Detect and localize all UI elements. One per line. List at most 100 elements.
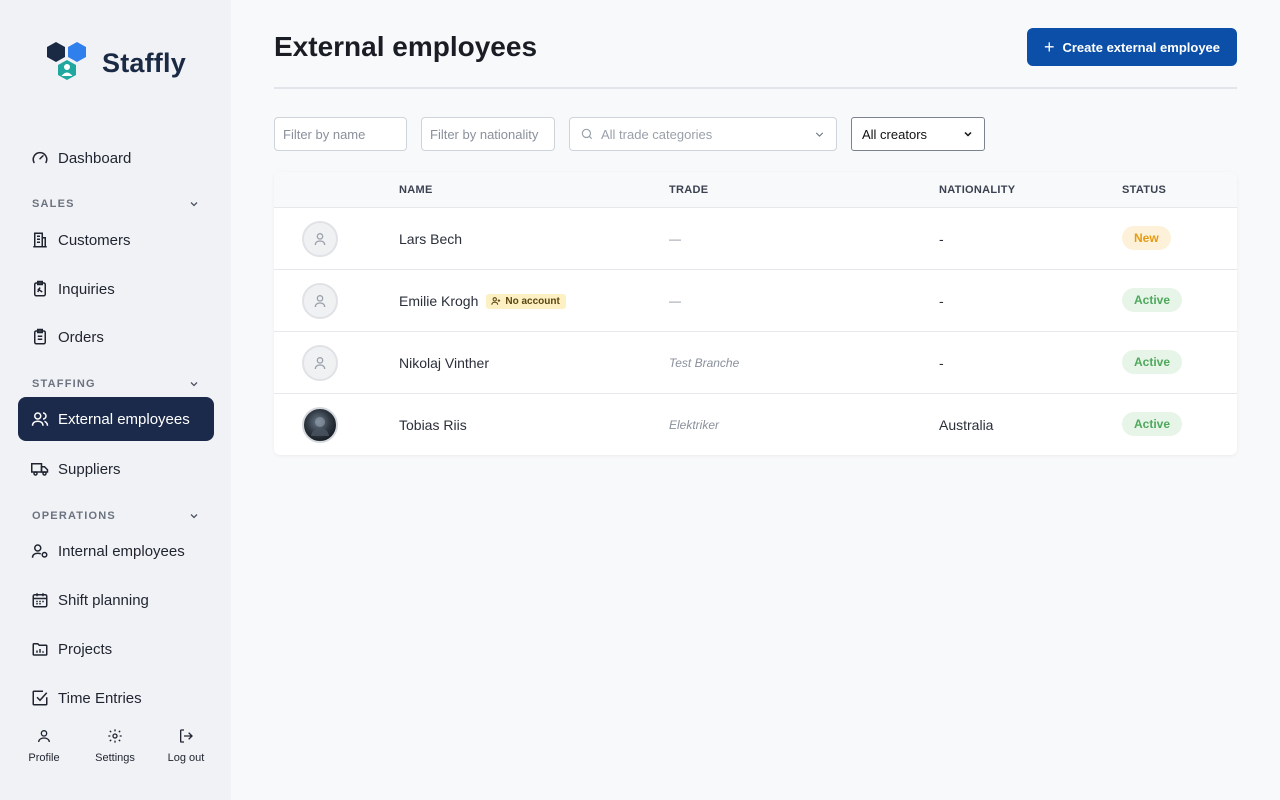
sidebar: Staffly Dashboard SALES Customers Inquir… xyxy=(0,0,231,800)
chevron-down-icon xyxy=(190,202,198,207)
table-row[interactable]: Emilie Krogh No account — - Active xyxy=(274,270,1237,332)
table-row[interactable]: Tobias Riis Elektriker Australia Active xyxy=(274,394,1237,455)
truck-icon xyxy=(31,460,49,478)
no-account-badge: No account xyxy=(486,293,566,309)
sidebar-item-external-employees[interactable]: External employees xyxy=(18,397,214,441)
checkbox-icon xyxy=(31,689,49,707)
filter-name-input[interactable] xyxy=(274,117,407,151)
column-header-name[interactable]: NAME xyxy=(399,184,433,196)
table-header: NAME TRADE NATIONALITY STATUS xyxy=(274,172,1237,208)
employee-name-text: Lars Bech xyxy=(399,231,463,247)
clipboard-tag-icon xyxy=(31,280,49,298)
no-account-label: No account xyxy=(505,295,560,307)
employee-name: Tobias Riis xyxy=(399,417,467,433)
section-label-staffing: STAFFING xyxy=(32,378,96,390)
table-row[interactable]: Lars Bech — - New xyxy=(274,208,1237,270)
employee-nationality: - xyxy=(939,355,944,371)
logout-label: Log out xyxy=(167,752,205,764)
logout-icon xyxy=(178,726,194,746)
column-header-nationality[interactable]: NATIONALITY xyxy=(939,184,1015,196)
employee-name: Lars Bech xyxy=(399,231,462,247)
logo[interactable]: Staffly xyxy=(46,40,186,86)
filter-nationality-input[interactable] xyxy=(421,117,555,151)
sidebar-item-customers[interactable]: Customers xyxy=(18,218,214,262)
employee-trade: — xyxy=(669,232,681,246)
clipboard-list-icon xyxy=(31,328,49,346)
create-external-employee-button[interactable]: + Create external employee xyxy=(1027,28,1237,66)
column-header-trade[interactable]: TRADE xyxy=(669,184,708,196)
creators-selected-value: All creators xyxy=(862,126,928,142)
sidebar-item-internal-employees[interactable]: Internal employees xyxy=(18,529,214,573)
employee-name: Emilie Krogh No account xyxy=(399,293,566,309)
employee-name-text: Nikolaj Vinther xyxy=(399,355,490,371)
sidebar-item-time-entries[interactable]: Time Entries xyxy=(18,676,214,720)
sidebar-item-label: External employees xyxy=(58,410,190,428)
status-badge: Active xyxy=(1122,288,1183,312)
section-toggle-staffing[interactable]: STAFFING xyxy=(32,378,200,390)
logo-text: Staffly xyxy=(102,47,186,78)
page-title: External employees xyxy=(274,31,538,62)
avatar-photo xyxy=(302,407,338,443)
sidebar-item-label: Projects xyxy=(58,640,113,658)
sidebar-item-label: Shift planning xyxy=(58,591,149,609)
creators-select[interactable]: All creators xyxy=(851,117,985,151)
search-icon xyxy=(581,128,593,140)
sidebar-item-label: Dashboard xyxy=(58,149,132,167)
sidebar-item-suppliers[interactable]: Suppliers xyxy=(18,447,214,491)
employee-name: Nikolaj Vinther xyxy=(399,355,489,371)
avatar xyxy=(302,221,338,257)
sidebar-item-projects[interactable]: Projects xyxy=(18,627,214,671)
sidebar-item-dashboard[interactable]: Dashboard xyxy=(18,136,214,180)
person-photo-icon xyxy=(311,417,329,436)
plus-icon: + xyxy=(1043,37,1055,57)
column-header-status[interactable]: STATUS xyxy=(1122,184,1166,196)
logout-button[interactable]: Log out xyxy=(156,726,216,764)
settings-label: Settings xyxy=(95,752,135,764)
header-divider xyxy=(274,87,1237,89)
employee-name-text: Tobias Riis xyxy=(399,417,467,433)
section-toggle-sales[interactable]: SALES xyxy=(32,198,200,210)
create-button-label: Create external employee xyxy=(1062,39,1221,55)
employee-trade: Elektriker xyxy=(669,418,720,432)
employee-nationality: - xyxy=(939,293,944,309)
user-placeholder-icon xyxy=(314,357,326,370)
building-icon xyxy=(31,231,49,249)
table-row[interactable]: Nikolaj Vinther Test Branche - Active xyxy=(274,332,1237,394)
sidebar-bottom-bar: Profile Settings Log out xyxy=(0,726,231,776)
section-label-operations: OPERATIONS xyxy=(32,510,116,522)
sidebar-item-shift-planning[interactable]: Shift planning xyxy=(18,578,214,622)
sidebar-item-label: Time Entries xyxy=(58,689,142,707)
chevron-down-icon xyxy=(190,382,198,387)
user-placeholder-icon xyxy=(314,295,326,308)
employee-name-text: Emilie Krogh xyxy=(399,293,479,309)
sidebar-item-label: Inquiries xyxy=(58,280,115,298)
section-toggle-operations[interactable]: OPERATIONS xyxy=(32,510,200,522)
user-icon xyxy=(36,726,52,746)
profile-button[interactable]: Profile xyxy=(14,726,74,764)
gear-icon xyxy=(107,726,123,746)
trade-category-select[interactable]: All trade categories xyxy=(569,117,837,151)
user-gear-icon xyxy=(31,542,49,560)
sidebar-item-label: Orders xyxy=(58,328,104,346)
sidebar-item-label: Suppliers xyxy=(58,460,121,478)
status-badge: Active xyxy=(1122,350,1183,374)
settings-button[interactable]: Settings xyxy=(85,726,145,764)
sidebar-item-inquiries[interactable]: Inquiries xyxy=(18,267,214,311)
sidebar-item-label: Customers xyxy=(58,231,131,249)
avatar xyxy=(302,345,338,381)
employee-trade: Test Branche xyxy=(669,356,740,370)
employee-nationality: - xyxy=(939,231,944,247)
folder-chart-icon xyxy=(31,640,49,658)
employees-table: NAME TRADE NATIONALITY STATUS Lars Bech … xyxy=(274,172,1237,455)
gauge-icon xyxy=(31,149,49,167)
section-label-sales: SALES xyxy=(32,198,75,210)
trade-category-placeholder: All trade categories xyxy=(601,126,713,142)
calendar-icon xyxy=(31,591,49,609)
user-plus-icon xyxy=(491,296,501,306)
chevron-down-icon xyxy=(190,514,198,519)
sidebar-item-orders[interactable]: Orders xyxy=(18,315,214,359)
sidebar-item-label: Internal employees xyxy=(58,542,185,560)
users-icon xyxy=(31,410,49,428)
employee-trade: — xyxy=(669,294,681,308)
chevron-down-icon xyxy=(815,131,824,137)
